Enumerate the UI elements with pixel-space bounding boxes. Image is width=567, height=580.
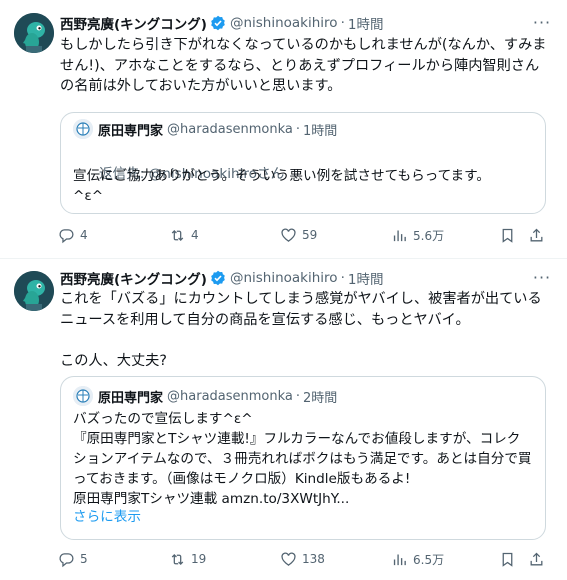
verified-badge-icon [210,270,226,286]
quoted-author-avatar [73,119,93,139]
bookmark-icon [502,228,513,243]
quoted-author-name: 原田専門家 [98,390,164,406]
repost-button[interactable]: 4 [169,225,199,245]
view-count: 6.5万 [413,552,445,567]
author-avatar[interactable] [14,271,54,311]
share-icon [530,228,543,241]
reply-count: 4 [80,228,88,242]
reply-icon [59,552,74,567]
reply-count: 5 [80,552,88,566]
tweet-actions: 4 4 59 5.6万 [58,225,548,245]
like-count: 138 [302,552,325,566]
tweet[interactable]: 西野亮廣(キングコング) @nishinoakihiro · 1時間 ··· も… [0,0,567,259]
verified-badge-icon [210,15,226,31]
analytics-icon [393,230,406,241]
heart-icon [281,228,296,242]
reply-button[interactable]: 4 [58,225,88,245]
author-name[interactable]: 西野亮廣(キングコング) [60,268,207,288]
heart-icon [281,552,296,566]
quoted-tweet-time: 1時間 [303,123,338,139]
view-count: 5.6万 [413,228,445,243]
views-button[interactable]: 6.5万 [391,549,444,569]
bookmark-button[interactable] [499,549,516,569]
quoted-author-handle: @haradasenmonka [167,121,293,137]
tweet-header: 西野亮廣(キングコング) @nishinoakihiro · 1時間 [60,268,383,288]
bookmark-icon [502,552,513,567]
like-count: 59 [302,228,318,242]
separator-dot: · [295,121,301,137]
separator-dot: · [295,388,301,404]
show-more-link[interactable]: さらに表示 [73,507,533,527]
tweet-text: これを「バズる」にカウントしてしまう感覚がヤバイし、被害者が出ているニュースを利… [60,291,542,369]
views-button[interactable]: 5.6万 [391,225,444,245]
more-options-icon[interactable]: ··· [531,268,553,287]
repost-icon [171,553,184,565]
quoted-author-handle: @haradasenmonka [167,388,293,404]
separator-dot: · [340,270,345,286]
bookmark-button[interactable] [499,225,516,245]
more-options-icon[interactable]: ··· [531,13,553,32]
repost-count: 4 [191,228,199,242]
repost-button[interactable]: 19 [169,549,206,569]
author-name[interactable]: 西野亮廣(キングコング) [60,13,207,33]
author-avatar[interactable] [14,13,54,53]
share-button[interactable] [528,225,545,245]
reply-button[interactable]: 5 [58,549,88,569]
separator-dot: · [340,15,345,31]
reply-icon [59,228,74,243]
quoted-author-avatar [73,386,93,406]
analytics-icon [393,554,406,565]
tweet[interactable]: 西野亮廣(キングコング) @nishinoakihiro · 1時間 ··· こ… [0,259,567,580]
quoted-tweet-time: 2時間 [303,390,338,406]
tweet-header: 西野亮廣(キングコング) @nishinoakihiro · 1時間 [60,13,383,33]
repost-count: 19 [191,552,207,566]
tweet-time[interactable]: 1時間 [348,13,384,33]
like-button[interactable]: 138 [280,549,325,569]
quoted-tweet-header: 原田専門家 @haradasenmonka · 2時間 [73,386,337,406]
repost-icon [171,229,184,241]
quoted-tweet[interactable]: 原田専門家 @haradasenmonka · 2時間 バズったので宣伝します^… [60,376,546,540]
like-button[interactable]: 59 [280,225,317,245]
quoted-tweet-header: 原田専門家 @haradasenmonka · 1時間 [73,119,337,139]
quoted-tweet-text: 宣伝にご協力ありがとう。そういう悪い例を試させてもらってます。 ^ε^ [73,168,490,204]
tweet-time[interactable]: 1時間 [348,268,384,288]
quoted-tweet-text: バズったので宣伝します^ε^ 『原田専門家とTシャツ連載!』フルカラーなんでお値… [73,411,532,507]
tweet-actions: 5 19 138 6.5万 [58,549,548,569]
author-handle[interactable]: @nishinoakihiro [230,15,338,31]
author-handle[interactable]: @nishinoakihiro [230,270,338,286]
share-button[interactable] [528,549,545,569]
tweet-text: もしかしたら引き下がれなくなっているのかもしれませんが(なんか、すみません!)、… [60,37,547,94]
quoted-tweet[interactable]: 原田専門家 @haradasenmonka · 1時間 返信先: @nishin… [60,112,546,214]
share-icon [530,552,543,565]
quoted-author-name: 原田専門家 [98,123,164,139]
